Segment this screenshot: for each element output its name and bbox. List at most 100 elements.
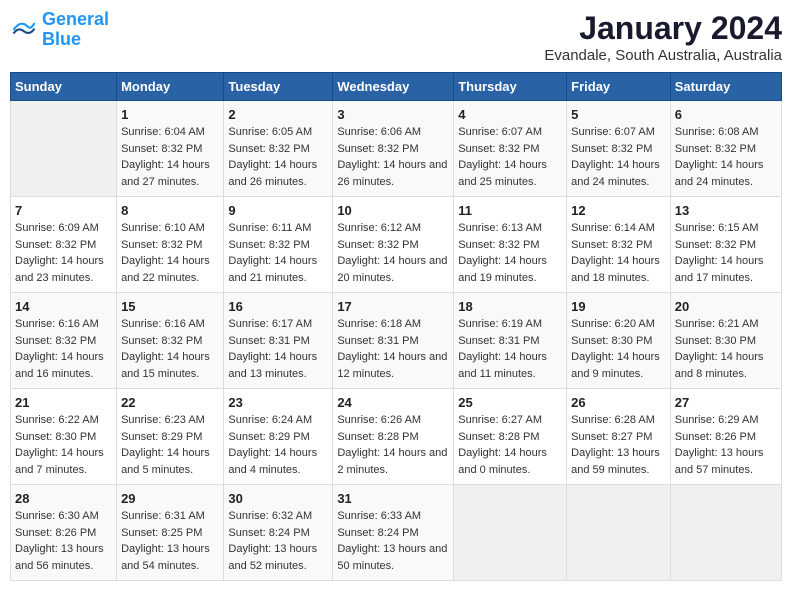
day-number: 9: [228, 203, 328, 218]
calendar-week-2: 7Sunrise: 6:09 AMSunset: 8:32 PMDaylight…: [11, 197, 782, 293]
day-info: Sunrise: 6:13 AMSunset: 8:32 PMDaylight:…: [458, 220, 562, 286]
weekday-header-monday: Monday: [117, 73, 224, 101]
calendar-cell: 14 Sunrise: 6:16 AMSunset: 8:32 PMDayligh…: [11, 293, 117, 389]
weekday-header-wednesday: Wednesday: [333, 73, 454, 101]
calendar-cell: 19 Sunrise: 6:20 AMSunset: 8:30 PMDayligh…: [567, 293, 671, 389]
day-info: Sunrise: 6:12 AMSunset: 8:32 PMDaylight:…: [337, 220, 449, 286]
weekday-header-friday: Friday: [567, 73, 671, 101]
calendar-cell: 20 Sunrise: 6:21 AMSunset: 8:30 PMDayligh…: [670, 293, 781, 389]
weekday-header-row: SundayMondayTuesdayWednesdayThursdayFrid…: [11, 73, 782, 101]
calendar-cell: 30Sunrise: 6:32 AMSunset: 8:24 PMDayligh…: [224, 485, 333, 581]
calendar-cell: 22Sunrise: 6:23 AMSunset: 8:29 PMDayligh…: [117, 389, 224, 485]
calendar-cell: 31Sunrise: 6:33 AMSunset: 8:24 PMDayligh…: [333, 485, 454, 581]
calendar-cell: 16Sunrise: 6:17 AMSunset: 8:31 PMDayligh…: [224, 293, 333, 389]
weekday-header-saturday: Saturday: [670, 73, 781, 101]
day-info: Sunrise: 6:29 AMSunset: 8:26 PMDaylight:…: [675, 412, 777, 478]
title-block: January 2024 Evandale, South Australia, …: [544, 10, 782, 64]
calendar-cell: 10Sunrise: 6:12 AMSunset: 8:32 PMDayligh…: [333, 197, 454, 293]
calendar-cell: 27Sunrise: 6:29 AMSunset: 8:26 PMDayligh…: [670, 389, 781, 485]
calendar-cell: [567, 485, 671, 581]
calendar-cell: 15 Sunrise: 6:16 AMSunset: 8:32 PMDayligh…: [117, 293, 224, 389]
logo-text: GeneralBlue: [42, 10, 109, 50]
day-info: Sunrise: 6:07 AMSunset: 8:32 PMDaylight:…: [571, 124, 666, 190]
day-info: Sunrise: 6:20 AMSunset: 8:30 PMDaylight:…: [571, 316, 666, 382]
day-info: Sunrise: 6:22 AMSunset: 8:30 PMDaylight:…: [15, 412, 112, 478]
day-number: 17: [337, 299, 449, 314]
calendar-cell: 21 Sunrise: 6:22 AMSunset: 8:30 PMDayligh…: [11, 389, 117, 485]
day-info: Sunrise: 6:16 AMSunset: 8:32 PMDaylight:…: [121, 316, 219, 382]
calendar-cell: [11, 101, 117, 197]
day-number: 25: [458, 395, 562, 410]
day-number: 16: [228, 299, 328, 314]
day-info: Sunrise: 6:32 AMSunset: 8:24 PMDaylight:…: [228, 508, 328, 574]
calendar-cell: 7Sunrise: 6:09 AMSunset: 8:32 PMDaylight…: [11, 197, 117, 293]
calendar-week-4: 21 Sunrise: 6:22 AMSunset: 8:30 PMDayligh…: [11, 389, 782, 485]
calendar-table: SundayMondayTuesdayWednesdayThursdayFrid…: [10, 72, 782, 581]
calendar-cell: 1 Sunrise: 6:04 AMSunset: 8:32 PMDaylight…: [117, 101, 224, 197]
day-number: 2: [228, 107, 328, 122]
day-info: Sunrise: 6:06 AMSunset: 8:32 PMDaylight:…: [337, 124, 449, 190]
day-number: 6: [675, 107, 777, 122]
day-info: Sunrise: 6:18 AMSunset: 8:31 PMDaylight:…: [337, 316, 449, 382]
day-number: 1: [121, 107, 219, 122]
day-info: Sunrise: 6:10 AMSunset: 8:32 PMDaylight:…: [121, 220, 219, 286]
calendar-cell: 8 Sunrise: 6:10 AMSunset: 8:32 PMDaylight…: [117, 197, 224, 293]
page-header: GeneralBlue January 2024 Evandale, South…: [10, 10, 782, 64]
weekday-header-sunday: Sunday: [11, 73, 117, 101]
day-number: 14: [15, 299, 112, 314]
calendar-body: 1 Sunrise: 6:04 AMSunset: 8:32 PMDaylight…: [11, 101, 782, 581]
day-number: 26: [571, 395, 666, 410]
day-info: Sunrise: 6:04 AMSunset: 8:32 PMDaylight:…: [121, 124, 219, 190]
calendar-cell: 26 Sunrise: 6:28 AMSunset: 8:27 PMDayligh…: [567, 389, 671, 485]
day-info: Sunrise: 6:15 AMSunset: 8:32 PMDaylight:…: [675, 220, 777, 286]
calendar-week-1: 1 Sunrise: 6:04 AMSunset: 8:32 PMDaylight…: [11, 101, 782, 197]
day-number: 19: [571, 299, 666, 314]
calendar-cell: 5 Sunrise: 6:07 AMSunset: 8:32 PMDaylight…: [567, 101, 671, 197]
day-number: 24: [337, 395, 449, 410]
day-number: 12: [571, 203, 666, 218]
day-number: 28: [15, 491, 112, 506]
day-info: Sunrise: 6:26 AMSunset: 8:28 PMDaylight:…: [337, 412, 449, 478]
logo: GeneralBlue: [10, 10, 109, 50]
day-number: 11: [458, 203, 562, 218]
day-info: Sunrise: 6:21 AMSunset: 8:30 PMDaylight:…: [675, 316, 777, 382]
day-number: 15: [121, 299, 219, 314]
calendar-cell: 2Sunrise: 6:05 AMSunset: 8:32 PMDaylight…: [224, 101, 333, 197]
day-info: Sunrise: 6:28 AMSunset: 8:27 PMDaylight:…: [571, 412, 666, 478]
calendar-cell: 11 Sunrise: 6:13 AMSunset: 8:32 PMDayligh…: [454, 197, 567, 293]
calendar-cell: [670, 485, 781, 581]
day-number: 21: [15, 395, 112, 410]
day-info: Sunrise: 6:11 AMSunset: 8:32 PMDaylight:…: [228, 220, 328, 286]
day-info: Sunrise: 6:19 AMSunset: 8:31 PMDaylight:…: [458, 316, 562, 382]
day-number: 29: [121, 491, 219, 506]
calendar-cell: 28 Sunrise: 6:30 AMSunset: 8:26 PMDayligh…: [11, 485, 117, 581]
calendar-cell: 24 Sunrise: 6:26 AMSunset: 8:28 PMDayligh…: [333, 389, 454, 485]
calendar-week-5: 28 Sunrise: 6:30 AMSunset: 8:26 PMDayligh…: [11, 485, 782, 581]
day-info: Sunrise: 6:30 AMSunset: 8:26 PMDaylight:…: [15, 508, 112, 574]
weekday-header-thursday: Thursday: [454, 73, 567, 101]
calendar-cell: 6Sunrise: 6:08 AMSunset: 8:32 PMDaylight…: [670, 101, 781, 197]
day-number: 3: [337, 107, 449, 122]
calendar-cell: 23 Sunrise: 6:24 AMSunset: 8:29 PMDayligh…: [224, 389, 333, 485]
day-info: Sunrise: 6:14 AMSunset: 8:32 PMDaylight:…: [571, 220, 666, 286]
day-number: 23: [228, 395, 328, 410]
day-number: 18: [458, 299, 562, 314]
day-number: 5: [571, 107, 666, 122]
calendar-week-3: 14 Sunrise: 6:16 AMSunset: 8:32 PMDayligh…: [11, 293, 782, 389]
day-info: Sunrise: 6:33 AMSunset: 8:24 PMDaylight:…: [337, 508, 449, 574]
day-info: Sunrise: 6:09 AMSunset: 8:32 PMDaylight:…: [15, 220, 112, 286]
day-number: 8: [121, 203, 219, 218]
logo-icon: [10, 16, 38, 44]
calendar-cell: 13 Sunrise: 6:15 AMSunset: 8:32 PMDayligh…: [670, 197, 781, 293]
day-number: 13: [675, 203, 777, 218]
day-number: 20: [675, 299, 777, 314]
month-title: January 2024: [544, 10, 782, 47]
calendar-cell: 12 Sunrise: 6:14 AMSunset: 8:32 PMDayligh…: [567, 197, 671, 293]
calendar-cell: 29 Sunrise: 6:31 AMSunset: 8:25 PMDayligh…: [117, 485, 224, 581]
day-info: Sunrise: 6:31 AMSunset: 8:25 PMDaylight:…: [121, 508, 219, 574]
day-info: Sunrise: 6:16 AMSunset: 8:32 PMDaylight:…: [15, 316, 112, 382]
calendar-cell: 3 Sunrise: 6:06 AMSunset: 8:32 PMDaylight…: [333, 101, 454, 197]
day-info: Sunrise: 6:24 AMSunset: 8:29 PMDaylight:…: [228, 412, 328, 478]
calendar-cell: 9 Sunrise: 6:11 AMSunset: 8:32 PMDaylight…: [224, 197, 333, 293]
day-number: 4: [458, 107, 562, 122]
